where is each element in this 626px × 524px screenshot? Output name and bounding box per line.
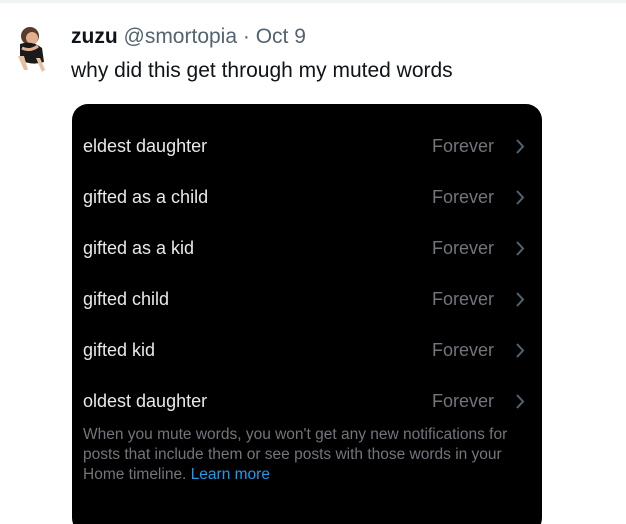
mute-duration: Forever xyxy=(431,340,494,360)
muted-word: oldest daughter xyxy=(83,391,208,411)
muted-word-row[interactable]: gifted as a child Forever xyxy=(72,172,542,223)
mute-duration: Forever xyxy=(431,238,494,258)
muted-word-row[interactable]: gifted as a kid Forever xyxy=(72,223,542,274)
chevron-right-icon xyxy=(516,241,525,256)
mute-duration: Forever xyxy=(431,136,494,156)
muted-word: gifted as a child xyxy=(83,187,209,207)
tweet-date[interactable]: Oct 9 xyxy=(256,25,306,48)
muted-word-row[interactable]: gifted kid Forever xyxy=(72,325,542,376)
chevron-right-icon xyxy=(516,292,525,307)
author-name[interactable]: zuzu xyxy=(71,25,118,48)
header-separator: · xyxy=(242,25,250,48)
learn-more-link[interactable]: Learn more xyxy=(191,466,270,483)
tweet-text: why did this get through my muted words xyxy=(71,59,453,82)
muted-word: gifted as a kid xyxy=(83,238,195,258)
chevron-right-icon xyxy=(516,139,525,154)
muted-word: gifted kid xyxy=(83,340,156,360)
muted-word-row[interactable]: eldest daughter Forever xyxy=(72,121,542,172)
muted-word-row[interactable]: gifted child Forever xyxy=(72,274,542,325)
chevron-right-icon xyxy=(516,343,525,358)
tweet-media-screenshot[interactable]: eldest daughter Forever gifted as a chil… xyxy=(72,104,542,524)
chevron-right-icon xyxy=(516,190,525,205)
mute-duration: Forever xyxy=(431,391,494,411)
mute-explanation-text: When you mute words, you won't get any n… xyxy=(83,426,508,483)
tweet-header: zuzu @smortopia · Oct 9 xyxy=(71,24,306,50)
avatar[interactable] xyxy=(8,22,56,74)
mute-duration: Forever xyxy=(431,187,494,207)
muted-word: eldest daughter xyxy=(83,136,208,156)
muted-word: gifted child xyxy=(83,289,170,309)
avatar-image xyxy=(8,22,56,74)
muted-word-row[interactable]: oldest daughter Forever xyxy=(72,376,542,427)
author-handle[interactable]: @smortopia xyxy=(124,25,238,48)
mute-explanation: When you mute words, you won't get any n… xyxy=(83,425,533,485)
mute-duration: Forever xyxy=(431,289,494,309)
chevron-right-icon xyxy=(516,394,525,409)
top-divider xyxy=(0,0,626,3)
